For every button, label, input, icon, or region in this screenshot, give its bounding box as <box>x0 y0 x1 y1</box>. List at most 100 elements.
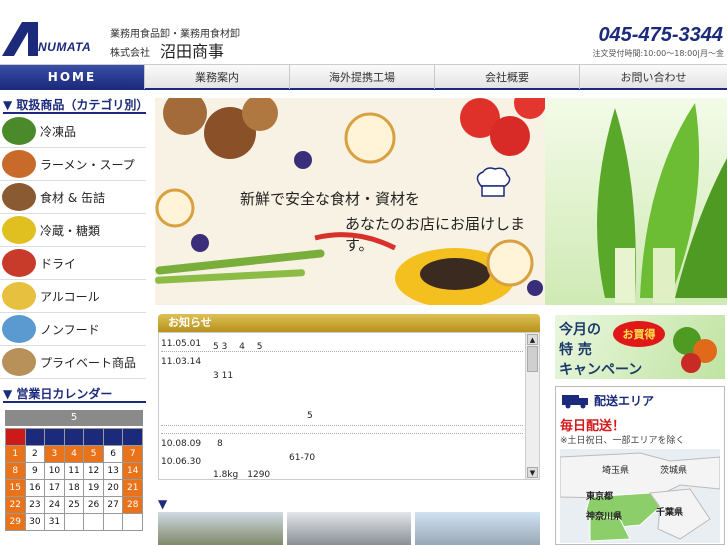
news-panel: 11.05.01 5 3 4 5 11.03.14 3 11 5 10.08.09 8 61-… <box>158 332 540 480</box>
campaign-badge: お買得 <box>613 321 665 347</box>
nav-services[interactable]: 業務案内 <box>145 65 290 89</box>
calendar-day: 23 <box>25 497 45 513</box>
vegetable-banner <box>545 98 727 305</box>
nav-contact[interactable]: お問い合わせ <box>580 65 727 89</box>
sale-campaign-banner[interactable]: 今月の 特 売 キャンペーン お買得 <box>555 315 725 379</box>
category-list: 冷凍品ラーメン・スープ食材 & 缶詰冷蔵・糖類ドライアルコールノンフードプライベ… <box>0 115 146 379</box>
phone-number: 045-475-3344 <box>598 24 723 46</box>
photo-warehouse-1[interactable] <box>158 512 283 545</box>
calendar-weekday-cell <box>64 429 84 445</box>
category-item[interactable]: アルコール <box>0 280 146 313</box>
package-icon <box>2 315 36 343</box>
photo-warehouse-2[interactable] <box>286 512 412 545</box>
box-icon <box>2 348 36 376</box>
calendar-day <box>123 514 142 530</box>
delivery-daily: 毎日配送！ <box>560 419 626 434</box>
category-item[interactable]: 食材 & 缶詰 <box>0 181 146 214</box>
calendar-day: 24 <box>45 497 64 513</box>
news-date: 11.05.01 <box>161 339 202 349</box>
calendar-day: 16 <box>25 480 45 496</box>
calendar-month: 5 <box>5 410 143 426</box>
calendar-day: 27 <box>103 497 123 513</box>
calendar-day: 22 <box>6 497 25 513</box>
section-arrow-icon: ▼ <box>158 497 168 511</box>
photo-warehouse-3[interactable] <box>415 512 541 545</box>
scroll-thumb[interactable] <box>527 346 538 372</box>
news-separator <box>161 351 523 352</box>
business-hours: 注文受付時間:10:00～18:00|月～金 <box>592 49 725 58</box>
calendar-grid: 1 2 3 4 5 6 7 8 9 10 11 12 13 14 15 16 17 18 19 20 21 22 23 24 2… <box>5 428 143 531</box>
map-label-ibaraki: 茨城県 <box>660 466 688 476</box>
chef-hat-icon <box>476 167 511 197</box>
map-label-saitama: 埼玉県 <box>602 466 630 476</box>
calendar-heading: ▼ 営業日カレンダー <box>3 387 113 401</box>
scroll-down-icon[interactable]: ▼ <box>527 467 538 478</box>
news-text[interactable]: 1.8kg 1290 <box>213 467 270 479</box>
category-label: ノンフード <box>40 322 100 337</box>
delivery-note: ※土日祝日、一部エリアを除く <box>560 436 685 446</box>
news-heading: お知らせ <box>158 314 540 332</box>
calendar-day: 2 <box>25 446 45 462</box>
calendar-day: 7 <box>123 446 142 462</box>
business-calendar: 5 1 2 3 4 5 6 7 8 9 10 11 12 13 14 15 16 17 18 19 20 21 22 23 2… <box>5 410 143 531</box>
map-label-kanagawa: 神奈川県 <box>586 512 623 522</box>
delivery-map <box>560 449 720 543</box>
calendar-divider <box>3 401 146 403</box>
map-label-tokyo: 東京都 <box>586 492 614 502</box>
category-item[interactable]: ラーメン・スープ <box>0 148 146 181</box>
calendar-weekday-cell <box>6 429 25 445</box>
category-label: 冷凍品 <box>40 124 77 139</box>
news-text[interactable]: 5 <box>307 411 313 421</box>
truck-icon <box>562 395 588 409</box>
calendar-weekday-cell <box>45 429 64 445</box>
nav-overseas-factory[interactable]: 海外提携工場 <box>290 65 435 89</box>
bok-choy-illustration <box>597 103 727 303</box>
logo-text[interactable]: NUMATA <box>38 40 91 54</box>
calendar-day: 20 <box>103 480 123 496</box>
calendar-day: 9 <box>25 463 45 479</box>
campaign-line-1: 今月の <box>559 322 601 338</box>
category-label: プライベート商品 <box>40 355 137 370</box>
news-text[interactable]: 61-70 <box>289 453 315 463</box>
mushroom-icon <box>2 183 36 211</box>
nav-home[interactable]: HOME <box>0 65 145 89</box>
category-label: アルコール <box>40 289 100 304</box>
category-item[interactable]: ノンフード <box>0 313 146 346</box>
calendar-day: 17 <box>45 480 64 496</box>
photo-strip <box>158 512 541 545</box>
beer-glass-icon <box>2 282 36 310</box>
calendar-day: 25 <box>64 497 84 513</box>
news-text[interactable]: 8 <box>217 439 223 449</box>
categories-divider <box>3 112 146 114</box>
category-item[interactable]: 冷凍品 <box>0 115 146 148</box>
calendar-day: 10 <box>45 463 64 479</box>
broccoli-icon <box>2 117 36 145</box>
calendar-day: 18 <box>64 480 84 496</box>
category-item[interactable]: プライベート商品 <box>0 346 146 379</box>
calendar-day <box>84 514 103 530</box>
news-date: 10.08.09 <box>161 439 202 449</box>
news-text[interactable]: 3 11 <box>213 371 233 381</box>
campaign-line-2: 特 売 <box>559 342 592 358</box>
calendar-day: 1 <box>6 446 25 462</box>
calendar-day: 8 <box>6 463 25 479</box>
news-scrollbar[interactable]: ▲ ▼ <box>525 333 539 479</box>
calendar-day: 30 <box>25 514 45 530</box>
company-prefix: 株式会社 <box>110 48 150 59</box>
category-item[interactable]: 冷蔵・糖類 <box>0 214 146 247</box>
calendar-day: 5 <box>84 446 103 462</box>
categories-heading: ▼ 取扱商品（カテゴリ別） <box>3 98 149 112</box>
news-date: 10.06.30 <box>161 457 202 467</box>
map-label-chiba: 千葉県 <box>656 508 684 518</box>
category-label: 冷蔵・糖類 <box>40 223 101 238</box>
scroll-up-icon[interactable]: ▲ <box>527 334 538 345</box>
category-item[interactable]: ドライ <box>0 247 146 280</box>
delivery-area-panel: 配送エリア 毎日配送！ ※土日祝日、一部エリアを除く 埼玉県 茨城県 東京都 千… <box>555 386 725 545</box>
calendar-day: 12 <box>84 463 103 479</box>
nav-company[interactable]: 会社概要 <box>435 65 580 89</box>
calendar-day: 31 <box>45 514 64 530</box>
category-label: ラーメン・スープ <box>40 157 135 172</box>
calendar-day: 28 <box>123 497 142 513</box>
news-separator <box>161 425 523 426</box>
bowl-icon <box>2 249 36 277</box>
